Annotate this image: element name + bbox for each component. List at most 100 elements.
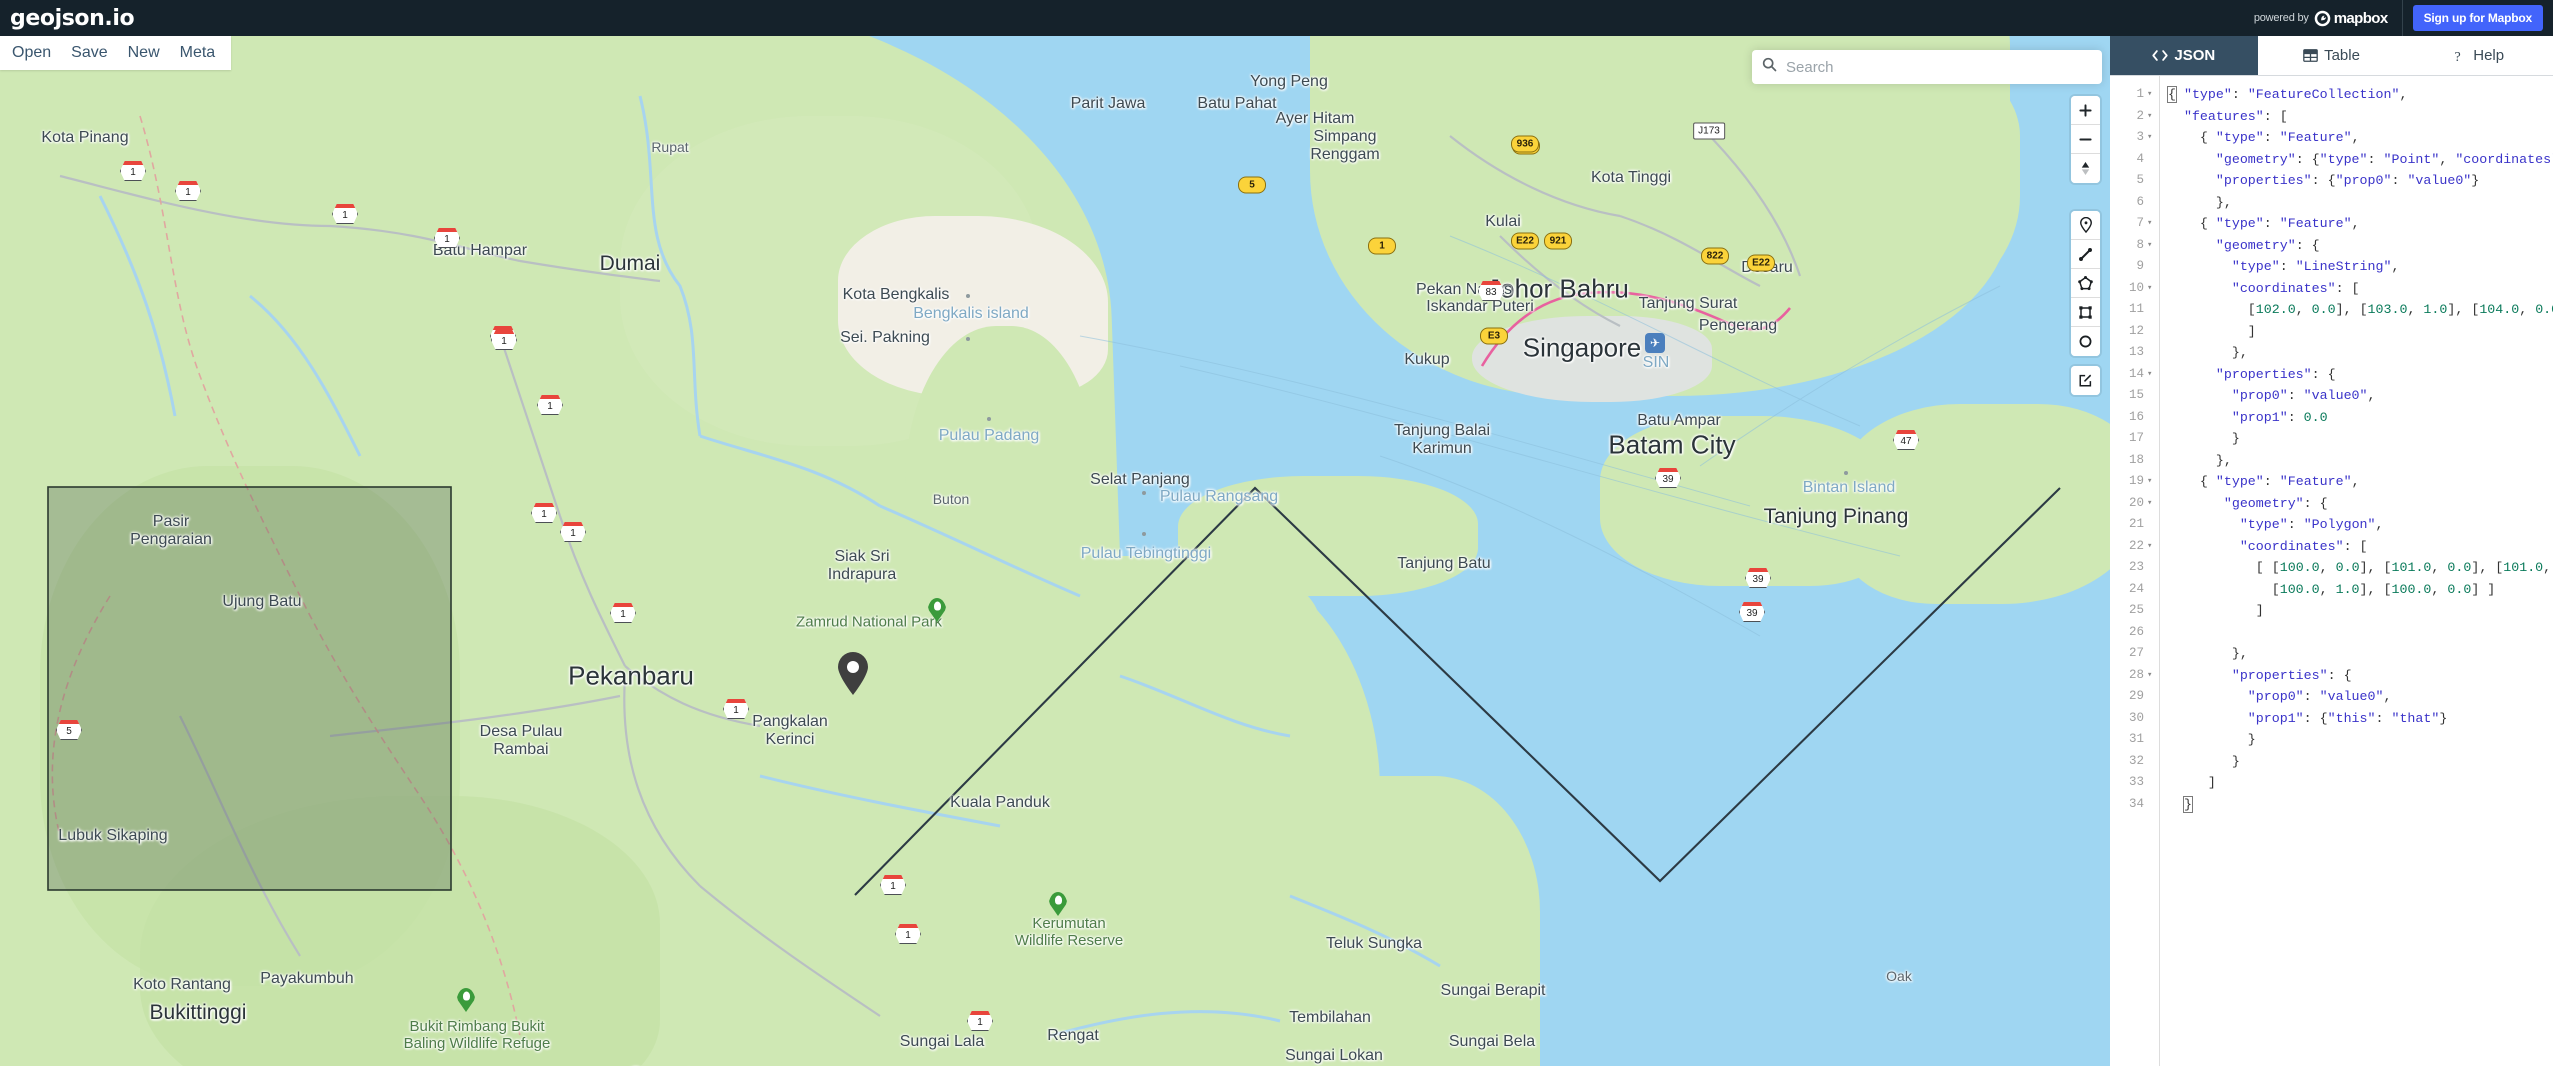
draw-point-button[interactable] — [2071, 211, 2100, 240]
editor-code-line[interactable]: "properties": { — [2168, 665, 2553, 687]
marker-icon — [2079, 217, 2092, 233]
geojson-point-marker[interactable] — [836, 652, 870, 696]
editor-fold-toggle — [2146, 622, 2159, 644]
json-code-editor[interactable]: 1 2 3 4 5 6 7 8 9 10 11 12 13 14 15 16 17 18 19 20 21 22 23 24 2… — [2110, 76, 2553, 1066]
editor-code-line[interactable]: { "type": "Feature", — [2168, 213, 2553, 235]
powered-by-label: powered by — [2253, 12, 2309, 24]
editor-code-line[interactable]: { "type": "Feature", — [2168, 471, 2553, 493]
draw-tools-group — [2071, 211, 2100, 356]
editor-code-line[interactable]: "properties": { — [2168, 364, 2553, 386]
svg-text:?: ? — [2455, 50, 2461, 63]
map-pane[interactable]: Kota Pinang Rupat Batu Hampar Dumai Parit Ja… — [0, 36, 2110, 1066]
editor-line-numbers: 1 2 3 4 5 6 7 8 9 10 11 12 13 14 15 16 17 18 19 20 21 22 23 24 2… — [2110, 76, 2146, 1066]
map-menu: Open Save New Meta — [0, 36, 232, 70]
editor-code-line[interactable]: [ [100.0, 0.0], [101.0, 0.0], [101.0, — [2168, 557, 2553, 579]
editor-code-line[interactable]: ] — [2168, 321, 2553, 343]
editor-line-number: 4 — [2136, 151, 2144, 166]
editor-fold-toggle[interactable]: ▾ — [2146, 235, 2159, 257]
editor-line-number: 8 — [2136, 237, 2144, 252]
menu-meta[interactable]: Meta — [180, 44, 216, 62]
editor-code-line[interactable] — [2168, 622, 2553, 644]
editor-code-line[interactable]: [102.0, 0.0], [103.0, 1.0], [104.0, 0.0 — [2168, 299, 2553, 321]
question-icon: ? — [2454, 49, 2467, 63]
editor-line-number: 1 — [2136, 87, 2144, 101]
editor-code-line[interactable]: "properties": {"prop0": "value0"} — [2168, 170, 2553, 192]
zoom-in-button[interactable] — [2071, 96, 2100, 125]
editor-code-line[interactable]: "prop0": "value0", — [2168, 686, 2553, 708]
editor-fold-toggle[interactable]: ▾ — [2146, 106, 2159, 128]
editor-code-line[interactable]: [100.0, 1.0], [100.0, 0.0] ] — [2168, 579, 2553, 601]
tab-help[interactable]: ? Help — [2405, 36, 2553, 75]
editor-line-number: 2 — [2136, 108, 2144, 123]
menu-new[interactable]: New — [128, 44, 160, 62]
zoom-out-button[interactable] — [2071, 125, 2100, 154]
editor-code-line[interactable]: "prop1": {"this": "that"} — [2168, 708, 2553, 730]
editor-code-line[interactable]: } — [2168, 794, 2553, 816]
editor-code-line[interactable]: "features": [ — [2168, 106, 2553, 128]
editor-code-line[interactable]: { "type": "Feature", — [2168, 127, 2553, 149]
editor-code-line[interactable]: "type": "Polygon", — [2168, 514, 2553, 536]
map-pin-icon[interactable] — [836, 652, 870, 696]
editor-code-line[interactable]: "coordinates": [ — [2168, 536, 2553, 558]
editor-code-line[interactable]: "prop0": "value0", — [2168, 385, 2553, 407]
editor-fold-toggle[interactable]: ▾ — [2146, 493, 2159, 515]
poi-dot-icon — [966, 294, 970, 298]
circle-icon — [2079, 335, 2092, 348]
edit-button[interactable] — [2071, 366, 2100, 395]
editor-fold-toggle[interactable]: ▾ — [2146, 278, 2159, 300]
powered-by-mapbox: powered by mapbox — [2254, 0, 2403, 36]
editor-code-line[interactable]: } — [2168, 729, 2553, 751]
editor-code-line[interactable]: }, — [2168, 643, 2553, 665]
draw-polygon-button[interactable] — [2071, 269, 2100, 298]
draw-circle-button[interactable] — [2071, 327, 2100, 356]
mapbox-logo: mapbox — [2314, 10, 2388, 27]
edit-tool-group — [2071, 366, 2100, 395]
editor-fold-toggle[interactable]: ▾ — [2146, 471, 2159, 493]
editor-fold-toggle[interactable]: ▾ — [2146, 84, 2159, 106]
editor-code-line[interactable]: } — [2168, 751, 2553, 773]
editor-fold-toggle[interactable]: ▾ — [2146, 536, 2159, 558]
editor-code-line[interactable]: { "type": "FeatureCollection", — [2167, 84, 2553, 106]
app-brand[interactable]: geojson.io — [0, 6, 135, 31]
editor-code-line[interactable]: "prop1": 0.0 — [2168, 407, 2553, 429]
signup-for-mapbox-button[interactable]: Sign up for Mapbox — [2412, 5, 2543, 31]
editor-code-line[interactable]: }, — [2168, 342, 2553, 364]
pencil-square-icon — [2079, 374, 2092, 387]
editor-fold-toggle[interactable]: ▾ — [2146, 213, 2159, 235]
compass-button[interactable] — [2071, 154, 2100, 183]
editor-code-line[interactable]: "geometry": {"type": "Point", "coordinat… — [2168, 149, 2553, 171]
search-input[interactable] — [1786, 58, 2092, 76]
draw-rectangle-button[interactable] — [2071, 298, 2100, 327]
tab-json-label: JSON — [2174, 47, 2216, 64]
editor-fold-toggle — [2146, 149, 2159, 171]
editor-fold-toggle[interactable]: ▾ — [2146, 364, 2159, 386]
top-bar-right: powered by mapbox Sign up for Mapbox — [2254, 0, 2553, 36]
menu-save[interactable]: Save — [71, 44, 107, 62]
draw-line-button[interactable] — [2071, 240, 2100, 269]
compass-icon — [2081, 162, 2090, 175]
rectangle-icon — [2079, 305, 2092, 319]
editor-code-line[interactable]: } — [2168, 428, 2553, 450]
editor-code-line[interactable]: }, — [2168, 450, 2553, 472]
map-canvas[interactable]: Kota Pinang Rupat Batu Hampar Dumai Parit Ja… — [0, 36, 2110, 1066]
editor-fold-markers[interactable]: ▾ ▾ ▾ ▾ ▾ ▾ ▾ ▾ ▾ ▾ ▾ — [2146, 76, 2160, 1066]
editor-fold-toggle[interactable]: ▾ — [2146, 127, 2159, 149]
editor-code-line[interactable]: "coordinates": [ — [2168, 278, 2553, 300]
editor-code-line[interactable]: ] — [2168, 600, 2553, 622]
editor-fold-toggle — [2146, 579, 2159, 601]
editor-code-line[interactable]: "type": "LineString", — [2168, 256, 2553, 278]
search-box[interactable] — [1752, 50, 2102, 84]
editor-line-number: 19 — [2128, 474, 2144, 488]
editor-code-line[interactable]: ] — [2168, 772, 2553, 794]
tab-json[interactable]: JSON — [2110, 36, 2258, 75]
editor-code-content[interactable]: { "type": "FeatureCollection", "features… — [2160, 76, 2553, 1066]
editor-code-line[interactable]: }, — [2168, 192, 2553, 214]
tab-table[interactable]: Table — [2257, 36, 2406, 75]
menu-open[interactable]: Open — [12, 44, 51, 62]
editor-code-line[interactable]: "geometry": { — [2168, 493, 2553, 515]
editor-code-line[interactable]: "geometry": { — [2168, 235, 2553, 257]
search-icon — [1762, 57, 1777, 77]
editor-line-number: 28 — [2128, 667, 2144, 682]
editor-fold-toggle[interactable]: ▾ — [2146, 665, 2159, 687]
editor-line-number: 34 — [2128, 796, 2144, 811]
